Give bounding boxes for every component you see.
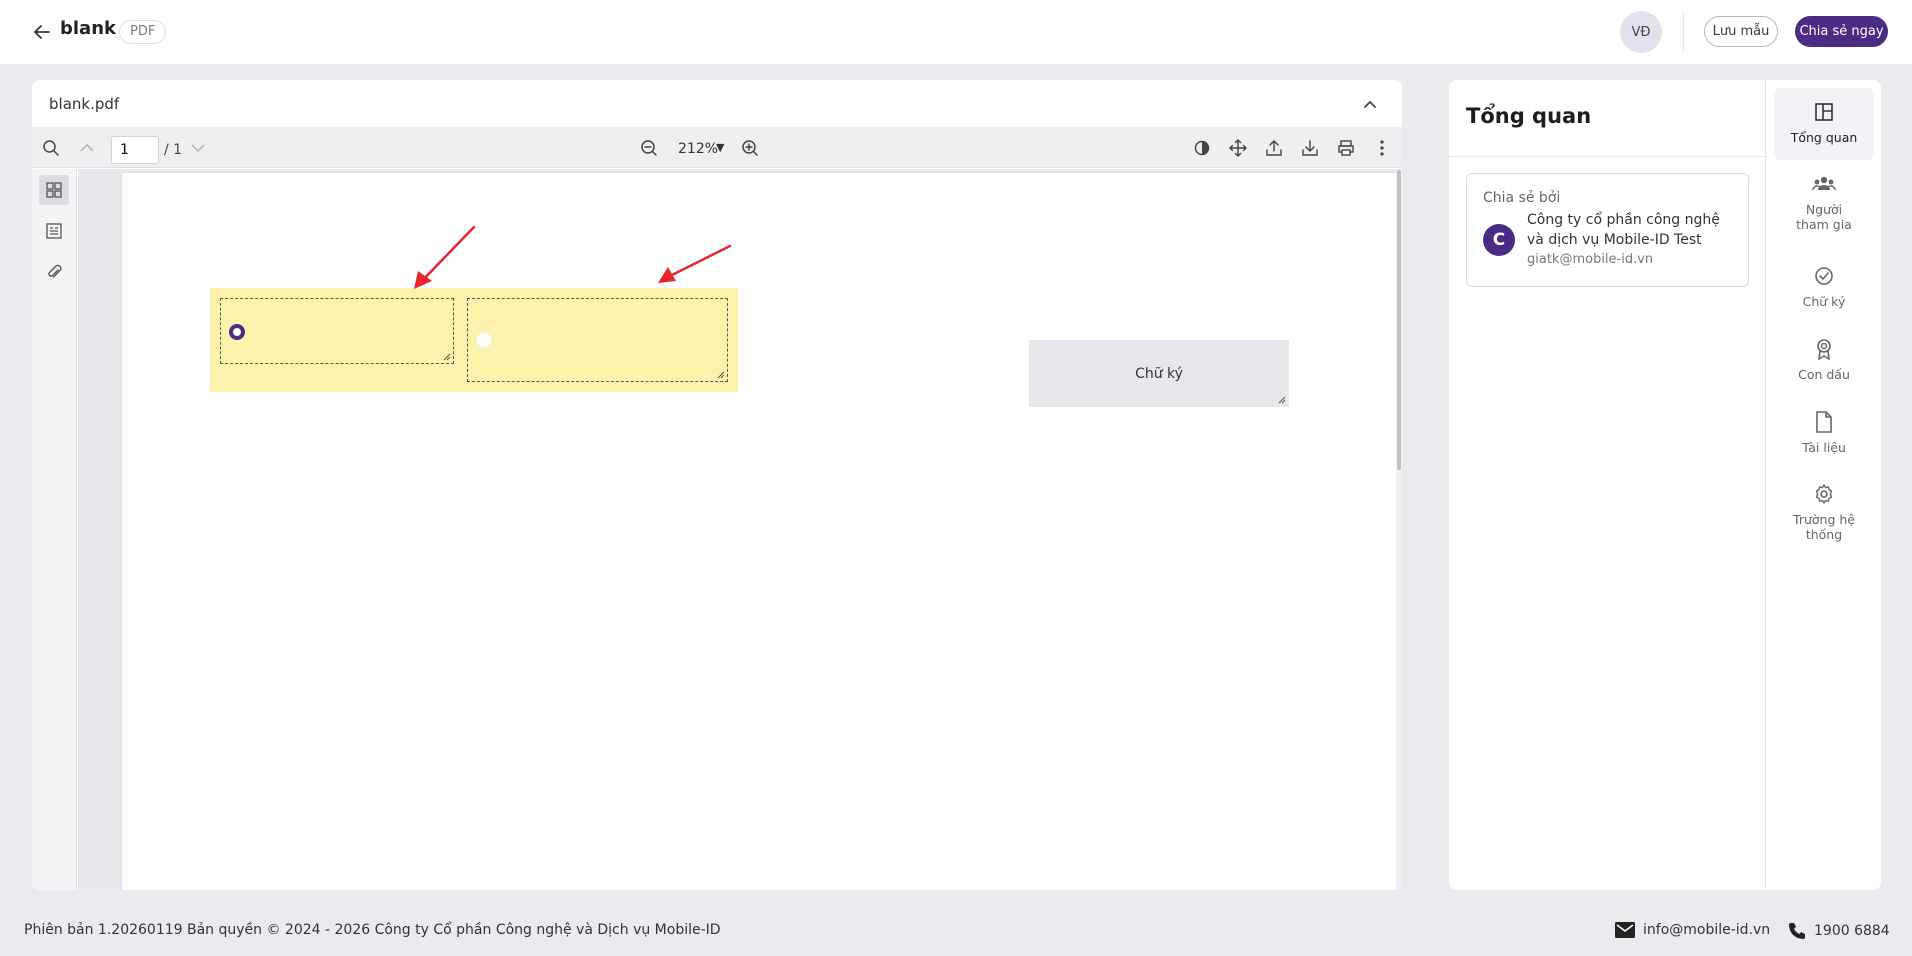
zoom-level[interactable]: 212%: [678, 141, 718, 157]
nav-label: Tài liệu: [1802, 440, 1846, 455]
header-divider: [1683, 12, 1684, 52]
pdf-canvas: Chữ ký: [78, 169, 1402, 890]
gear-icon: [1812, 482, 1836, 506]
nav-label: Tổng quan: [1790, 130, 1858, 145]
share-now-button[interactable]: Chia sẻ ngay: [1795, 16, 1888, 47]
zoom-in-icon[interactable]: [738, 136, 762, 160]
upload-icon[interactable]: [1262, 136, 1286, 160]
participants-icon: [1812, 172, 1836, 196]
page-number-input[interactable]: [111, 136, 159, 164]
signature-field-label: Chữ ký: [1135, 365, 1183, 382]
nav-system-fields[interactable]: Trường hệ thống: [1774, 470, 1874, 542]
outline-icon[interactable]: [39, 216, 69, 246]
shared-by-label: Chia sẻ bởi: [1483, 190, 1561, 206]
radio-option-1-box[interactable]: [220, 298, 454, 364]
nav-seal[interactable]: Con dấu: [1774, 325, 1874, 397]
footer-phone[interactable]: 1900 6884: [1788, 922, 1890, 940]
nav-label: Chữ ký: [1802, 294, 1846, 309]
chevron-up-icon[interactable]: [1360, 94, 1380, 114]
mail-icon: [1615, 922, 1635, 938]
annotation-arrow-icon: [414, 225, 476, 289]
thumbnails-icon[interactable]: [39, 175, 69, 205]
save-template-button[interactable]: Lưu mẫu: [1704, 16, 1778, 47]
user-avatar[interactable]: VĐ: [1620, 11, 1662, 53]
print-icon[interactable]: [1334, 136, 1358, 160]
pan-icon[interactable]: [1226, 136, 1250, 160]
nav-overview[interactable]: Tổng quan: [1774, 88, 1874, 160]
sharer-name: Công ty cổ phần công nghệ và dịch vụ Mob…: [1527, 212, 1720, 248]
radio-button-group[interactable]: [210, 288, 738, 392]
theme-icon[interactable]: [1190, 136, 1214, 160]
pdf-page: Chữ ký: [122, 173, 1402, 890]
more-vertical-icon[interactable]: [1370, 136, 1394, 160]
phone-icon: [1789, 923, 1805, 939]
panel-title: Tổng quan: [1466, 104, 1592, 128]
document-icon: [1812, 410, 1836, 434]
overview-icon: [1812, 100, 1836, 124]
viewer-side-rail: [32, 169, 77, 890]
scrollbar-thumb[interactable]: [1397, 170, 1401, 470]
nav-label: Con dấu: [1798, 367, 1850, 382]
nav-documents[interactable]: Tài liệu: [1774, 398, 1874, 470]
footer-copyright: Phiên bản 1.20260119 Bản quyền © 2024 - …: [24, 922, 721, 938]
shared-by-card: Chia sẻ bởi C Công ty cổ phần công nghệ …: [1466, 173, 1749, 287]
file-name: blank.pdf: [49, 94, 120, 113]
viewer-header: blank.pdf: [32, 80, 1402, 128]
document-title: blank: [60, 18, 116, 39]
resize-handle-icon[interactable]: [717, 371, 725, 379]
pdf-toolbar: / 1 212% ▼: [32, 128, 1402, 168]
sharer-email: giatk@mobile-id.vn: [1527, 252, 1654, 267]
signature-check-icon: [1812, 264, 1836, 288]
footer-phone-text[interactable]: 1900 6884: [1814, 923, 1890, 939]
previous-page-icon[interactable]: [75, 136, 99, 160]
nav-label: Người tham gia: [1796, 202, 1852, 232]
radio-option-2-box[interactable]: [467, 298, 728, 382]
nav-signature[interactable]: Chữ ký: [1774, 252, 1874, 324]
zoom-out-icon[interactable]: [637, 136, 661, 160]
signature-field[interactable]: Chữ ký: [1029, 340, 1289, 407]
footer-email-text[interactable]: info@mobile-id.vn: [1643, 922, 1770, 938]
top-bar: blank PDF VĐ Lưu mẫu Chia sẻ ngay: [0, 0, 1912, 64]
back-arrow-icon[interactable]: [30, 20, 54, 44]
search-icon[interactable]: [39, 136, 63, 160]
annotation-arrow-icon: [658, 244, 732, 283]
zoom-dropdown-icon[interactable]: ▼: [716, 141, 724, 154]
resize-handle-icon[interactable]: [443, 353, 451, 361]
pdf-viewer: blank.pdf / 1 212% ▼: [32, 80, 1402, 890]
panel-nav: Tổng quan Người tham gia Chữ ký Con dấu …: [1765, 80, 1881, 890]
panel-divider: [1449, 156, 1765, 157]
resize-handle-icon[interactable]: [1278, 396, 1286, 404]
attachment-icon[interactable]: [39, 257, 69, 287]
page-total: / 1: [164, 142, 183, 158]
radio-selected[interactable]: [229, 324, 245, 340]
radio-unselected[interactable]: [476, 332, 492, 348]
download-icon[interactable]: [1298, 136, 1322, 160]
next-page-icon[interactable]: [186, 136, 210, 160]
right-panel: Tổng quan Chia sẻ bởi C Công ty cổ phần …: [1449, 80, 1881, 890]
file-type-badge: PDF: [119, 20, 167, 44]
nav-label: Trường hệ thống: [1793, 512, 1855, 542]
sharer-avatar: C: [1483, 224, 1515, 256]
seal-icon: [1812, 337, 1836, 361]
footer-email[interactable]: info@mobile-id.vn: [1615, 922, 1770, 938]
vertical-scrollbar[interactable]: [1396, 170, 1402, 890]
nav-participants[interactable]: Người tham gia: [1774, 160, 1874, 232]
